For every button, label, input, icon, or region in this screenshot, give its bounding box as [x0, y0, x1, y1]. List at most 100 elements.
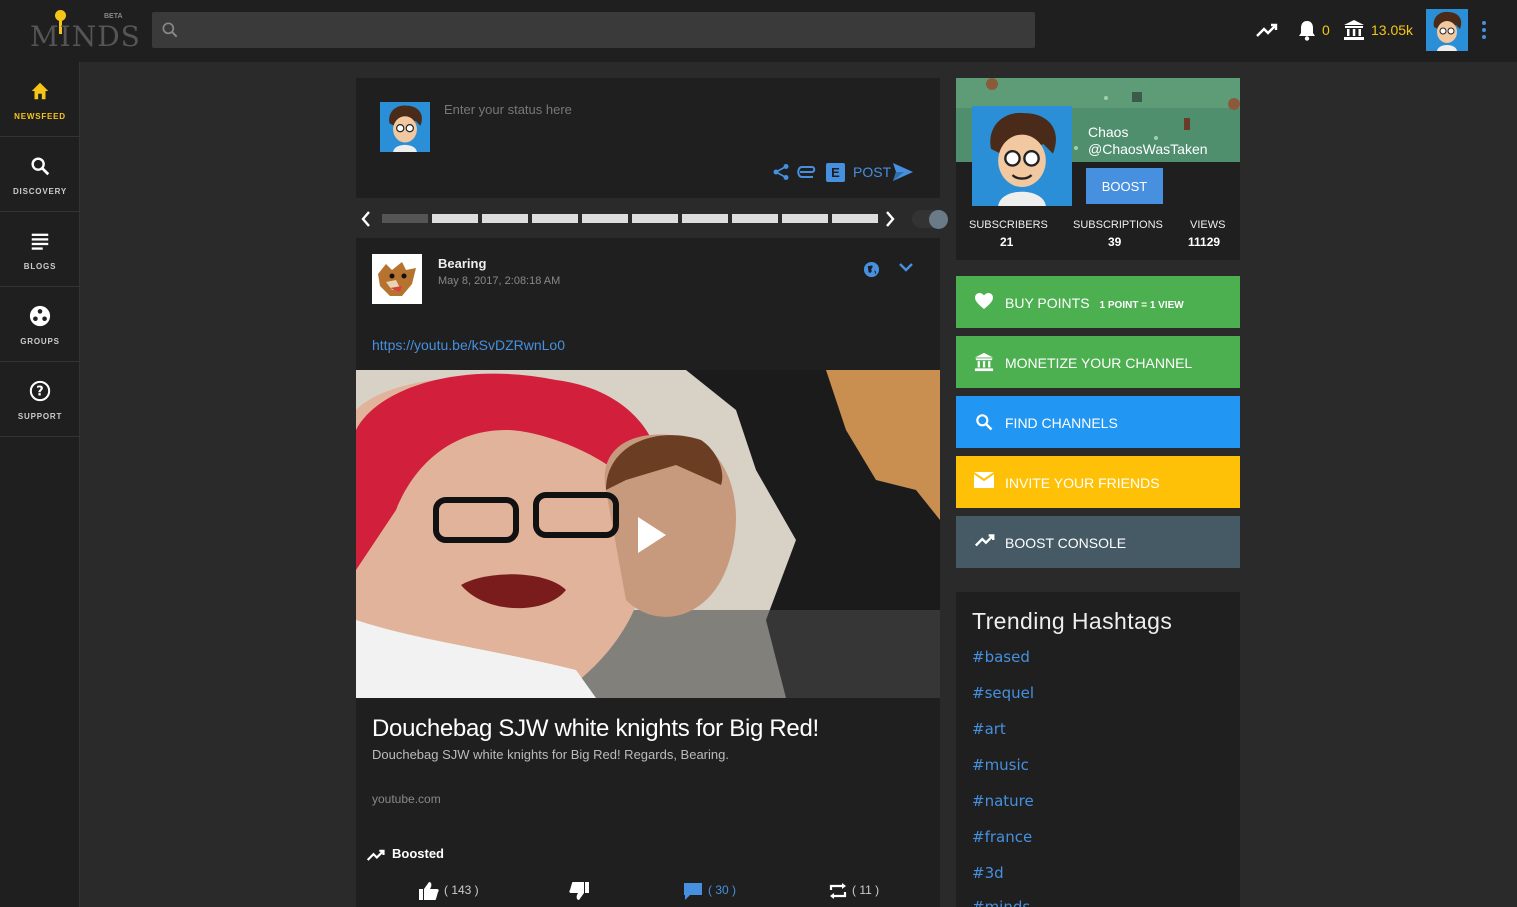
attachment-icon[interactable] — [796, 164, 818, 180]
sidebar-item-label: SUPPORT — [17, 412, 63, 421]
post-timestamp: May 8, 2017, 2:08:18 AM — [438, 275, 561, 287]
post-owner-name[interactable]: Bearing — [438, 256, 486, 271]
points-balance[interactable]: 13.05k — [1371, 22, 1413, 38]
email-icon — [974, 472, 994, 488]
hashtag-link[interactable]: #minds — [972, 898, 1030, 907]
globe-icon[interactable] — [863, 261, 880, 278]
trending-hashtags-panel: Trending Hashtags #based #sequel #art #m… — [956, 592, 1240, 907]
post-owner-avatar[interactable] — [372, 254, 422, 304]
sidebar-item-newsfeed[interactable]: NEWSFEED — [0, 62, 80, 137]
trending-title: Trending Hashtags — [972, 608, 1173, 634]
status-composer — [356, 78, 940, 198]
blog-editor-icon[interactable]: E — [826, 163, 845, 182]
trending-icon[interactable] — [1255, 20, 1279, 40]
hashtag-link[interactable]: #france — [972, 828, 1032, 846]
home-icon — [31, 82, 49, 100]
video-thumbnail[interactable] — [356, 370, 940, 698]
find-channels-label: FIND CHANNELS — [1005, 415, 1118, 431]
carousel-indicator[interactable] — [782, 214, 828, 223]
search-icon — [31, 157, 50, 176]
search-bar[interactable] — [152, 12, 1035, 48]
sidebar-item-label: BLOGS — [23, 262, 57, 271]
notifications-bell-icon[interactable] — [1297, 19, 1317, 41]
more-menu-icon[interactable] — [1478, 20, 1490, 40]
thumbs-down-button[interactable] — [568, 881, 594, 901]
top-bar: MINDS BETA 0 13.05k — [0, 0, 1517, 62]
carousel-indicator[interactable] — [382, 214, 428, 223]
post-description: Douchebag SJW white knights for Big Red!… — [372, 747, 729, 762]
comments-button[interactable]: ( 30 ) — [682, 881, 736, 901]
buy-points-label: BUY POINTS — [1005, 295, 1090, 311]
monetize-channel-button[interactable]: MONETIZE YOUR CHANNEL — [956, 336, 1240, 388]
hashtag-link[interactable]: #art — [972, 720, 1006, 738]
buy-points-rate: 1 POINT = 1 VIEW — [1099, 300, 1184, 311]
profile-handle[interactable]: @ChaosWasTaken — [1088, 141, 1208, 157]
wallet-bank-icon[interactable] — [1343, 19, 1365, 41]
buy-points-button[interactable]: BUY POINTS 1 POINT = 1 VIEW — [956, 276, 1240, 328]
sidebar-item-label: GROUPS — [20, 337, 60, 346]
hashtag-link[interactable]: #music — [972, 756, 1029, 774]
sidebar-item-blogs[interactable]: BLOGS — [0, 212, 80, 287]
help-icon: ? — [29, 380, 51, 402]
boost-console-button[interactable]: BOOST CONSOLE — [956, 516, 1240, 568]
activity-post: Bearing May 8, 2017, 2:08:18 AM https://… — [356, 238, 940, 907]
profile-card: Chaos @ChaosWasTaken BOOST SUBSCRIBERS 2… — [956, 78, 1240, 260]
chevron-down-icon[interactable] — [898, 261, 914, 273]
sidebar-item-groups[interactable]: GROUPS — [0, 287, 80, 362]
carousel-indicator[interactable] — [532, 214, 578, 223]
sidebar-item-label: DISCOVERY — [12, 187, 68, 196]
remind-button[interactable]: ( 11 ) — [828, 881, 879, 901]
sidebar-item-support[interactable]: ? SUPPORT — [0, 362, 80, 437]
carousel-indicator[interactable] — [832, 214, 878, 223]
invite-friends-button[interactable]: INVITE YOUR FRIENDS — [956, 456, 1240, 508]
stat-label-views[interactable]: VIEWS — [1190, 219, 1225, 231]
boosted-indicator: Boosted — [366, 846, 444, 862]
post-title[interactable]: Douchebag SJW white knights for Big Red! — [372, 715, 819, 743]
boost-toggle[interactable] — [912, 210, 948, 229]
status-input[interactable] — [444, 102, 914, 142]
boost-button[interactable]: BOOST — [1086, 168, 1163, 204]
carousel-indicator[interactable] — [482, 214, 528, 223]
trending-icon — [974, 534, 995, 547]
monetize-label: MONETIZE YOUR CHANNEL — [1005, 355, 1193, 371]
send-icon[interactable] — [892, 162, 914, 182]
carousel-indicator[interactable] — [632, 214, 678, 223]
stat-value-views[interactable]: 11129 — [1188, 235, 1220, 249]
carousel-indicator[interactable] — [732, 214, 778, 223]
blogs-icon — [31, 233, 49, 250]
stat-value-subscriptions[interactable]: 39 — [1108, 235, 1121, 249]
share-icon[interactable] — [772, 163, 790, 181]
thumbs-up-count: ( 143 ) — [444, 883, 479, 898]
sidebar-item-discovery[interactable]: DISCOVERY — [0, 137, 80, 212]
beta-label: BETA — [104, 13, 123, 20]
play-icon[interactable] — [636, 515, 668, 555]
sidebar-item-label: NEWSFEED — [14, 112, 66, 121]
trending-icon — [366, 849, 385, 861]
search-input[interactable] — [192, 12, 1022, 48]
comments-count: ( 30 ) — [708, 883, 737, 898]
carousel-indicator[interactable] — [432, 214, 478, 223]
chevron-right-icon[interactable] — [884, 210, 896, 228]
minds-logo[interactable]: MINDS BETA — [30, 10, 140, 54]
heart-icon — [975, 293, 993, 309]
profile-avatar[interactable] — [972, 106, 1072, 206]
boost-console-label: BOOST CONSOLE — [1005, 535, 1127, 551]
post-link[interactable]: https://youtu.be/kSvDZRwnLo0 — [372, 337, 565, 353]
remind-repeat-icon — [829, 883, 847, 899]
profile-name[interactable]: Chaos — [1088, 124, 1128, 140]
find-channels-button[interactable]: FIND CHANNELS — [956, 396, 1240, 448]
carousel-indicator[interactable] — [582, 214, 628, 223]
stat-label-subscribers[interactable]: SUBSCRIBERS — [969, 219, 1048, 231]
thumbs-up-button[interactable]: ( 143 ) — [418, 881, 479, 901]
stat-label-subscriptions[interactable]: SUBSCRIPTIONS — [1073, 219, 1163, 231]
groups-icon — [29, 305, 51, 327]
chevron-left-icon[interactable] — [360, 210, 372, 228]
user-avatar[interactable] — [1426, 9, 1468, 51]
hashtag-link[interactable]: #based — [972, 648, 1030, 666]
stat-value-subscribers[interactable]: 21 — [1000, 235, 1013, 249]
post-button[interactable]: POST — [853, 164, 891, 180]
carousel-indicator[interactable] — [682, 214, 728, 223]
hashtag-link[interactable]: #3d — [972, 864, 1004, 882]
hashtag-link[interactable]: #sequel — [972, 684, 1034, 702]
hashtag-link[interactable]: #nature — [972, 792, 1034, 810]
